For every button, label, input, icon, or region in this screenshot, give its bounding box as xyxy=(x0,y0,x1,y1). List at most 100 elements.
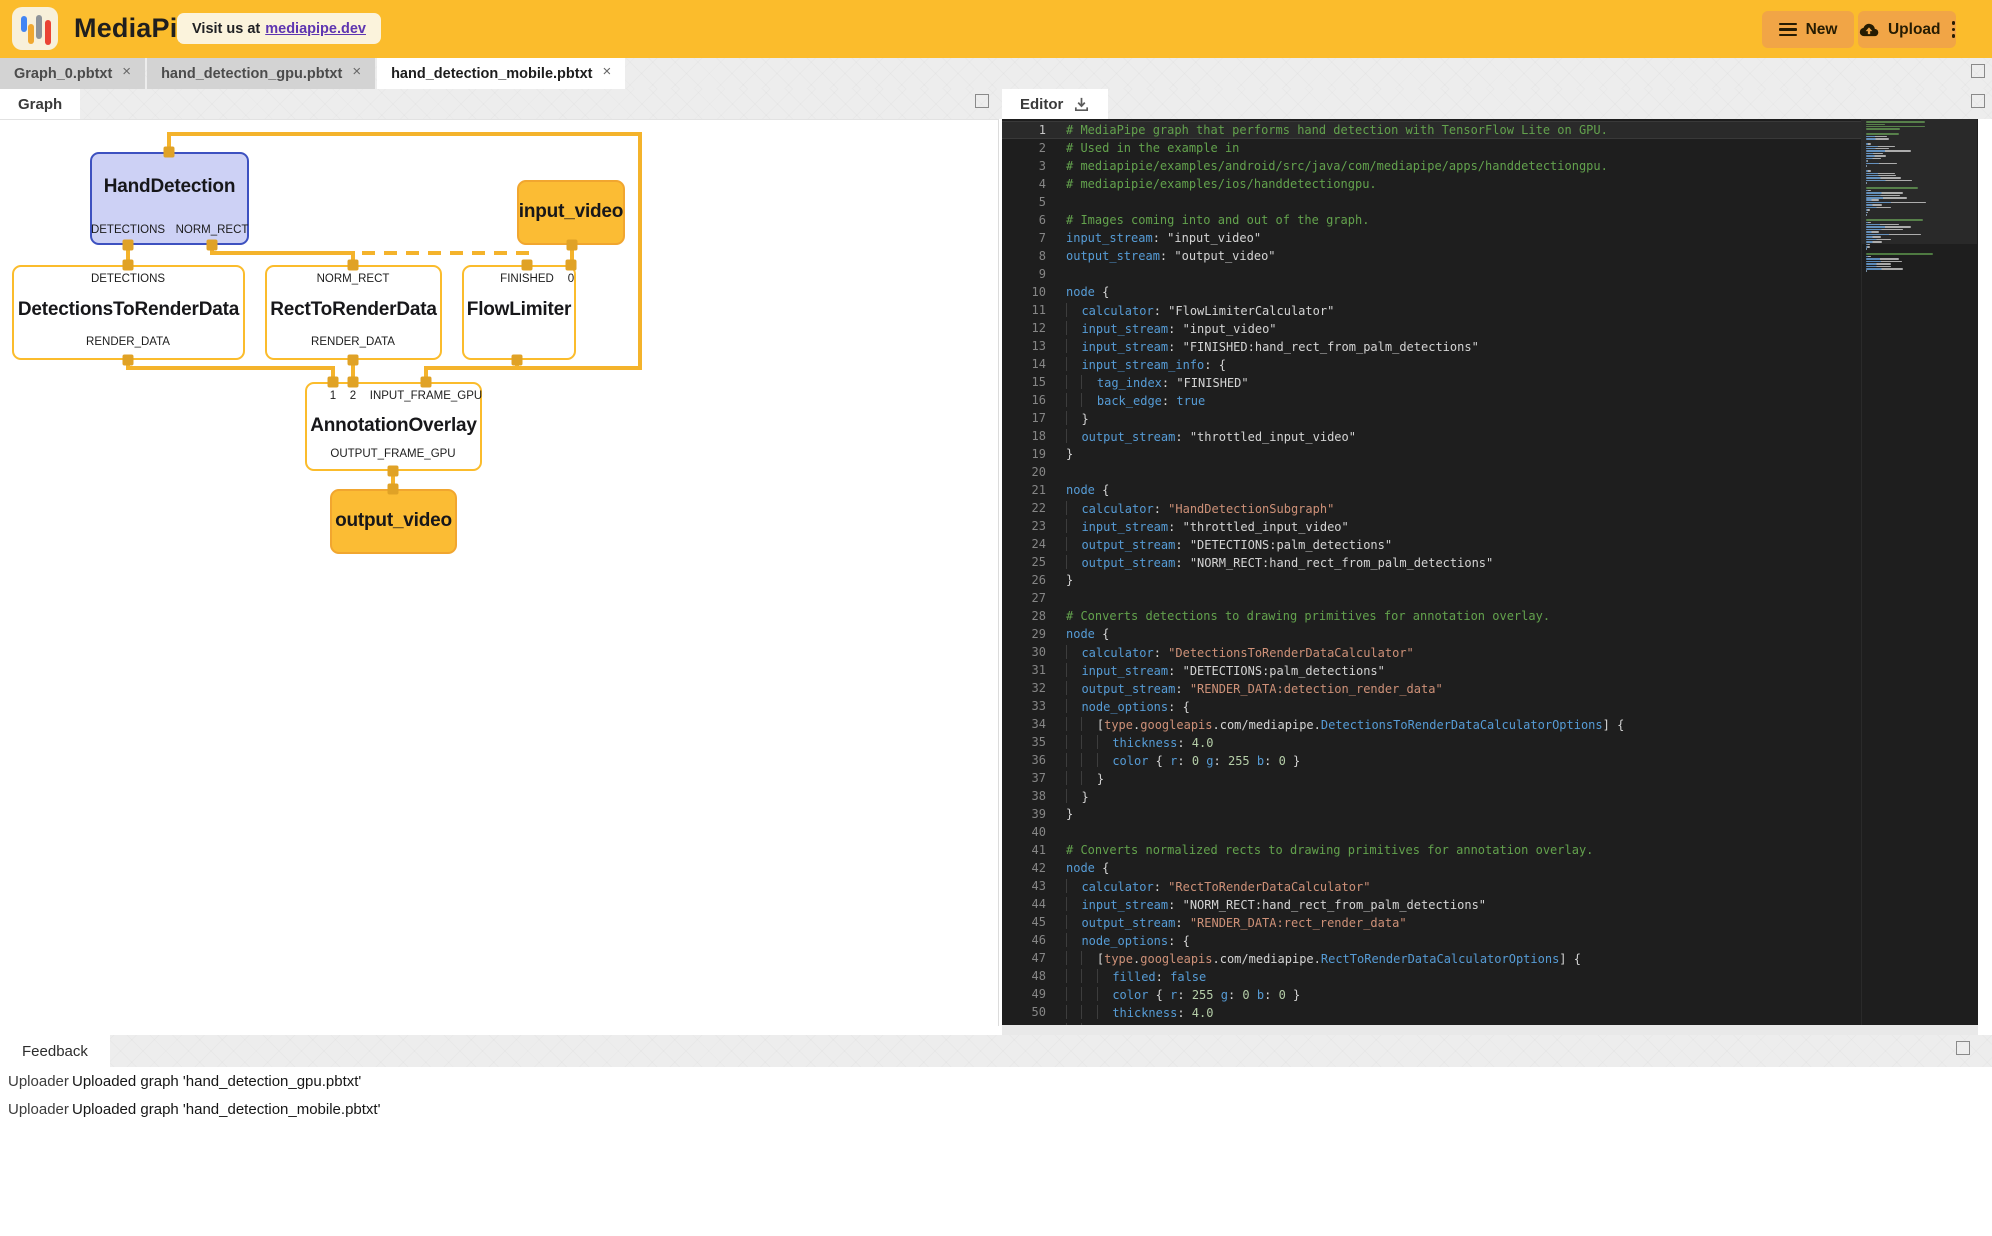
node-title: AnnotationOverlay xyxy=(310,415,477,437)
code-text: calculator: "HandDetectionSubgraph" xyxy=(1066,499,1334,517)
feedback-tab-label: Feedback xyxy=(22,1043,88,1060)
input-port-label: NORM_RECT xyxy=(317,273,390,285)
code-line-7: 7input_stream: "input_video" xyxy=(1002,229,1862,247)
output-port-label: RENDER_DATA xyxy=(86,336,170,348)
port-connector xyxy=(522,260,533,271)
code-line-17: 17} xyxy=(1002,409,1862,427)
close-icon[interactable]: × xyxy=(122,63,131,80)
minimap-line xyxy=(1866,246,1870,248)
expand-editor-panel-icon[interactable] xyxy=(1971,94,1985,108)
code-text: back_edge: true xyxy=(1066,391,1205,409)
line-number: 31 xyxy=(1002,661,1046,679)
mediapipe-dev-link[interactable]: mediapipe.dev xyxy=(265,21,366,37)
code-text: filled: false xyxy=(1066,967,1206,985)
code-line-18: 18output_stream: "throttled_input_video" xyxy=(1002,427,1862,445)
file-tab-hand_detection_mobile.pbtxt[interactable]: hand_detection_mobile.pbtxt× xyxy=(377,58,625,89)
code-line-23: 23input_stream: "throttled_input_video" xyxy=(1002,517,1862,535)
line-number: 30 xyxy=(1002,643,1046,661)
line-number: 22 xyxy=(1002,499,1046,517)
line-number: 45 xyxy=(1002,913,1046,931)
code-text: } xyxy=(1066,445,1073,463)
close-icon[interactable]: × xyxy=(603,63,612,80)
editor-tab-label: Editor xyxy=(1020,96,1063,113)
feedback-source: Uploader xyxy=(8,1073,72,1090)
node-title: DetectionsToRenderData xyxy=(18,299,239,321)
tab-graph[interactable]: Graph xyxy=(0,89,80,119)
node-title: RectToRenderData xyxy=(270,299,436,321)
minimap-line xyxy=(1866,270,1867,272)
minimap-line xyxy=(1866,258,1899,260)
input-port-label: DETECTIONS xyxy=(91,273,165,285)
line-number: 8 xyxy=(1002,247,1046,265)
line-number: 14 xyxy=(1002,355,1046,373)
code-text: # Images coming into and out of the grap… xyxy=(1066,211,1369,229)
code-line-38: 38} xyxy=(1002,787,1862,805)
output-port-label: RENDER_DATA xyxy=(311,336,395,348)
code-text: calculator: "FlowLimiterCalculator" xyxy=(1066,301,1334,319)
line-number: 11 xyxy=(1002,301,1046,319)
code-text: [type.googleapis.com/mediapipe.Detection… xyxy=(1066,715,1624,733)
line-number: 9 xyxy=(1002,265,1046,283)
new-button[interactable]: New xyxy=(1762,11,1854,48)
port-connector xyxy=(388,484,399,495)
expand-graph-panel-icon[interactable] xyxy=(975,94,989,108)
code-line-9: 9 xyxy=(1002,265,1862,283)
output-port-label: DETECTIONS xyxy=(91,224,165,236)
edge-DetectionsToRenderData:RENDER_DATA-to-AnnotationOverlay:1 xyxy=(128,360,333,382)
code-line-41: 41# Converts normalized rects to drawing… xyxy=(1002,841,1862,859)
code-line-22: 22 calculator: "HandDetectionSubgraph" xyxy=(1002,499,1862,517)
code-text: node { xyxy=(1066,625,1109,643)
port-connector xyxy=(164,147,175,158)
download-icon[interactable] xyxy=(1073,96,1090,113)
file-tab-hand_detection_gpu.pbtxt[interactable]: hand_detection_gpu.pbtxt× xyxy=(147,58,375,89)
expand-tabs-icon[interactable] xyxy=(1971,64,1985,78)
line-number: 21 xyxy=(1002,481,1046,499)
code-line-36: 36color { r: 0 g: 255 b: 0 } xyxy=(1002,751,1862,769)
graph-canvas[interactable]: HandDetectionDETECTIONSNORM_RECTinput_vi… xyxy=(0,120,998,1026)
close-icon[interactable]: × xyxy=(352,63,361,80)
minimap-slider[interactable] xyxy=(1862,119,1977,244)
code-line-40: 40 xyxy=(1002,823,1862,841)
output-port-label: NORM_RECT xyxy=(176,224,249,236)
code-text: input_stream: "input_video" xyxy=(1066,319,1277,337)
code-line-27: 27 xyxy=(1002,589,1862,607)
line-number: 41 xyxy=(1002,841,1046,859)
code-text: } xyxy=(1066,787,1089,805)
line-number: 35 xyxy=(1002,733,1046,751)
code-line-46: 46node_options: { xyxy=(1002,931,1862,949)
line-number: 50 xyxy=(1002,1003,1046,1021)
editor-minimap[interactable] xyxy=(1861,119,1977,1025)
code-text: node_options: { xyxy=(1066,697,1190,715)
editor-horizontal-scrollbar[interactable] xyxy=(1002,1025,1978,1035)
file-tab-Graph_0.pbtxt[interactable]: Graph_0.pbtxt× xyxy=(0,58,145,89)
code-text: input_stream: "NORM_RECT:hand_rect_from_… xyxy=(1066,895,1486,913)
feedback-message: Uploaded graph 'hand_detection_gpu.pbtxt… xyxy=(72,1073,361,1090)
tab-editor[interactable]: Editor xyxy=(1002,89,1108,119)
code-line-48: 48filled: false xyxy=(1002,967,1862,985)
code-text: input_stream: "DETECTIONS:palm_detection… xyxy=(1066,661,1385,679)
feedback-source: Uploader xyxy=(8,1101,72,1118)
code-editor[interactable]: 1# MediaPipe graph that performs hand de… xyxy=(1002,119,1978,1025)
tab-feedback[interactable]: Feedback xyxy=(0,1035,110,1067)
code-text: color { r: 0 g: 255 b: 0 } xyxy=(1066,751,1300,769)
code-text: # mediapipie/examples/ios/handdetectiong… xyxy=(1066,175,1377,193)
line-number: 42 xyxy=(1002,859,1046,877)
upload-button[interactable]: Upload xyxy=(1858,11,1956,48)
minimap-line xyxy=(1866,261,1902,263)
code-text: input_stream: "input_video" xyxy=(1066,229,1261,247)
expand-feedback-panel-icon[interactable] xyxy=(1956,1041,1970,1055)
line-number: 12 xyxy=(1002,319,1046,337)
input-port-label: FINISHED xyxy=(500,273,554,285)
more-options-icon[interactable] xyxy=(1952,21,1956,38)
code-line-33: 33node_options: { xyxy=(1002,697,1862,715)
edge-HandDetection:NORM_RECT-to-RectToRenderData:NORM_RECT xyxy=(212,245,353,265)
line-number: 18 xyxy=(1002,427,1046,445)
line-number: 2 xyxy=(1002,139,1046,157)
edge-HandDetection:NORM_RECT-to-FlowLimiter:FINISHED xyxy=(362,253,527,265)
code-text: # Used in the example in xyxy=(1066,139,1239,157)
cloud-upload-icon xyxy=(1859,22,1879,37)
code-line-34: 34[type.googleapis.com/mediapipe.Detecti… xyxy=(1002,715,1862,733)
port-connector xyxy=(328,377,339,388)
code-text: input_stream: "throttled_input_video" xyxy=(1066,517,1349,535)
code-line-29: 29node { xyxy=(1002,625,1862,643)
